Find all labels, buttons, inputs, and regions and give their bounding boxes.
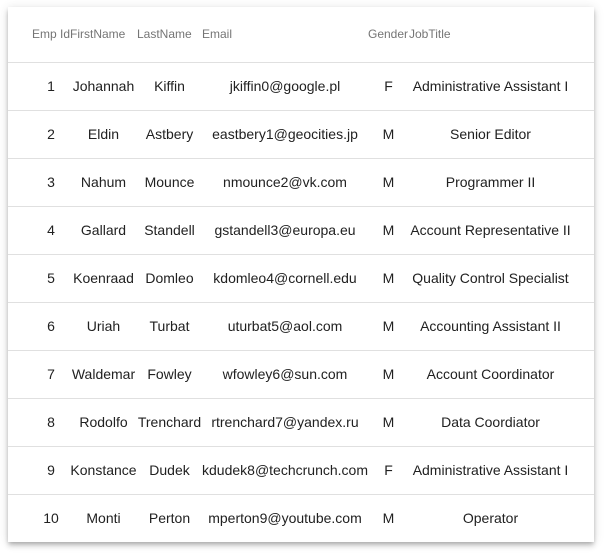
cell-email: eastbery1@geocities.jp bbox=[202, 110, 368, 159]
table-row[interactable]: 3 Nahum Mounce nmounce2@vk.com M Programmer I… bbox=[8, 158, 594, 207]
cell-email: kdomleo4@cornell.edu bbox=[202, 254, 368, 303]
cell-last-name: Perton bbox=[148, 510, 191, 527]
cell-first-name: Eldin bbox=[70, 110, 137, 159]
cell-emp-id: 3 bbox=[8, 158, 70, 207]
cell-job-title: Quality Control Specialist bbox=[409, 254, 594, 303]
cell-job-title: Programmer II bbox=[409, 158, 594, 207]
cell-email: nmounce2@vk.com bbox=[202, 158, 368, 207]
cell-emp-id: 10 bbox=[43, 510, 59, 527]
table-row[interactable]: 6 Uriah Turbat uturbat5@aol.com M Accounting … bbox=[8, 302, 594, 351]
column-header-last-name[interactable]: LastName bbox=[137, 7, 202, 63]
table-body: 1 Johannah Kiffin jkiffin0@google.pl F Admini… bbox=[8, 62, 594, 542]
table-row[interactable]: 9 Konstance Dudek kdudek8@techcrunch.com F Ad… bbox=[8, 446, 594, 495]
cell-gender: F bbox=[368, 446, 409, 495]
table-row[interactable]: 8 Rodolfo Trenchard rtrenchard7@yandex.ru M D… bbox=[8, 398, 594, 447]
cell-last-name: Standell bbox=[137, 206, 202, 255]
cell-gender: M bbox=[368, 206, 409, 255]
cell-first-name: Koenraad bbox=[70, 254, 137, 303]
cell-job-title: Senior Editor bbox=[409, 110, 594, 159]
cell-last-name: Kiffin bbox=[137, 62, 202, 111]
cell-gender: M bbox=[368, 350, 409, 399]
cell-first-name: Konstance bbox=[70, 446, 137, 495]
column-header-first-name[interactable]: FirstName bbox=[70, 7, 137, 63]
table-row[interactable]: 10 Monti Perton mperton9@youtube.com M Operat… bbox=[8, 494, 594, 542]
cell-job-title: Data Coordiator bbox=[409, 398, 594, 447]
cell-emp-id: 8 bbox=[8, 398, 70, 447]
cell-emp-id: 6 bbox=[8, 302, 70, 351]
cell-last-name: Dudek bbox=[137, 446, 202, 495]
cell-first-name: Johannah bbox=[70, 62, 137, 111]
employee-table-card: Emp Id FirstName LastName Email Gender J… bbox=[8, 7, 594, 542]
cell-gender: M bbox=[382, 510, 395, 527]
header-row: Emp Id FirstName LastName Email Gender J… bbox=[8, 7, 594, 63]
cell-email: wfowley6@sun.com bbox=[202, 350, 368, 399]
cell-last-name: Astbery bbox=[137, 110, 202, 159]
column-header-gender[interactable]: Gender bbox=[368, 7, 409, 63]
cell-email: uturbat5@aol.com bbox=[202, 302, 368, 351]
cell-gender: M bbox=[368, 302, 409, 351]
cell-emp-id: 2 bbox=[8, 110, 70, 159]
cell-gender: M bbox=[368, 158, 409, 207]
cell-gender: M bbox=[368, 398, 409, 447]
table-row[interactable]: 5 Koenraad Domleo kdomleo4@cornell.edu M Qual… bbox=[8, 254, 594, 303]
cell-first-name: Gallard bbox=[70, 206, 137, 255]
cell-email: mperton9@youtube.com bbox=[208, 510, 362, 527]
cell-last-name: Fowley bbox=[137, 350, 202, 399]
cell-first-name: Uriah bbox=[70, 302, 137, 351]
cell-email: kdudek8@techcrunch.com bbox=[202, 446, 368, 495]
cell-last-name: Mounce bbox=[137, 158, 202, 207]
cell-email: jkiffin0@google.pl bbox=[202, 62, 368, 111]
cell-job-title: Accounting Assistant II bbox=[409, 302, 594, 351]
cell-job-title: Administrative Assistant I bbox=[409, 446, 594, 495]
cell-first-name: Nahum bbox=[70, 158, 137, 207]
column-header-emp-id[interactable]: Emp Id bbox=[8, 7, 70, 63]
table-row[interactable]: 2 Eldin Astbery eastbery1@geocities.jp M Seni… bbox=[8, 110, 594, 159]
cell-emp-id: 7 bbox=[8, 350, 70, 399]
cell-job-title: Operator bbox=[462, 510, 519, 527]
cell-emp-id: 5 bbox=[8, 254, 70, 303]
cell-emp-id: 9 bbox=[8, 446, 70, 495]
cell-job-title: Administrative Assistant I bbox=[409, 62, 594, 111]
table-row[interactable]: 7 Waldemar Fowley wfowley6@sun.com M Account … bbox=[8, 350, 594, 399]
cell-gender: M bbox=[368, 110, 409, 159]
cell-email: gstandell3@europa.eu bbox=[202, 206, 368, 255]
cell-emp-id: 4 bbox=[8, 206, 70, 255]
cell-gender: F bbox=[368, 62, 409, 111]
cell-email: rtrenchard7@yandex.ru bbox=[202, 398, 368, 447]
column-header-job-title[interactable]: JobTitle bbox=[409, 7, 594, 63]
cell-first-name: Rodolfo bbox=[70, 398, 137, 447]
table-header: Emp Id FirstName LastName Email Gender J… bbox=[8, 7, 594, 63]
cell-last-name: Domleo bbox=[137, 254, 202, 303]
employee-table: Emp Id FirstName LastName Email Gender J… bbox=[8, 7, 594, 542]
cell-last-name: Trenchard bbox=[137, 398, 202, 447]
cell-last-name: Turbat bbox=[137, 302, 202, 351]
column-header-email[interactable]: Email bbox=[202, 7, 368, 63]
cell-first-name: Waldemar bbox=[70, 350, 137, 399]
cell-job-title: Account Coordinator bbox=[409, 350, 594, 399]
cell-first-name: Monti bbox=[86, 510, 121, 527]
cell-job-title: Account Representative II bbox=[409, 206, 594, 255]
table-row[interactable]: 4 Gallard Standell gstandell3@europa.eu M Acc… bbox=[8, 206, 594, 255]
cell-emp-id: 1 bbox=[8, 62, 70, 111]
cell-gender: M bbox=[368, 254, 409, 303]
table-row[interactable]: 1 Johannah Kiffin jkiffin0@google.pl F Admini… bbox=[8, 62, 594, 111]
